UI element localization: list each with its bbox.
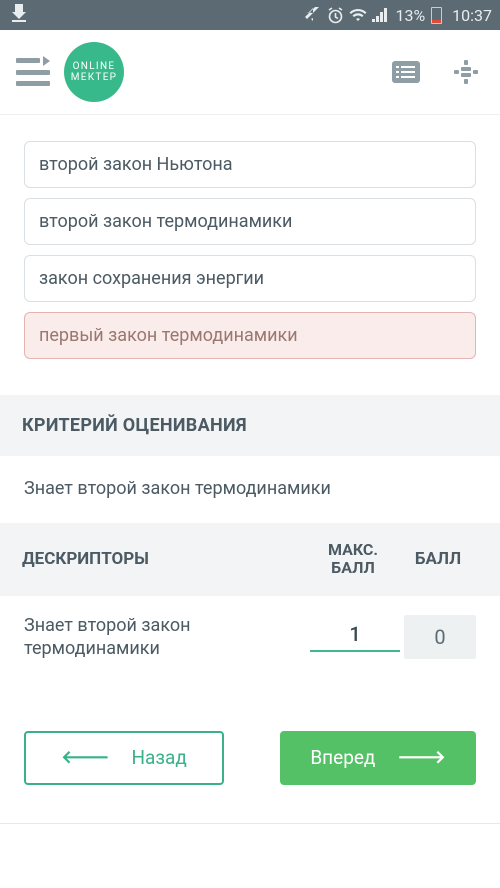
descriptor-score[interactable]: 0 — [404, 615, 476, 659]
criteria-text: Знает второй закон термодинамики — [24, 456, 476, 523]
bottom-edge — [0, 823, 500, 851]
download-icon — [8, 4, 26, 26]
forward-button-label: Вперед — [310, 746, 375, 769]
alarm-icon — [327, 7, 344, 24]
main-content: второй закон Ньютона второй закон термоди… — [0, 115, 500, 813]
logo-line-2: МЕКТЕР — [71, 72, 118, 83]
descriptors-header-row: ДЕСКРИПТОРЫ МАКС. БАЛЛ БАЛЛ — [0, 523, 500, 596]
arrow-left-icon: 🡐 — [61, 747, 109, 768]
android-status-bar: 13% 10:37 — [0, 0, 500, 30]
app-bar: ONLINE МЕКТЕР — [0, 30, 500, 115]
back-button-label: Назад — [131, 746, 186, 769]
descriptors-header-max: МАКС. БАЛЛ — [308, 541, 398, 578]
answer-option-0[interactable]: второй закон Ньютона — [24, 141, 476, 188]
answer-option-1[interactable]: второй закон термодинамики — [24, 198, 476, 245]
descriptor-label: Знает второй закон термодинамики — [24, 614, 306, 661]
clock-time: 10:37 — [452, 6, 492, 25]
menu-icon[interactable] — [16, 58, 50, 86]
mute-icon — [304, 7, 322, 23]
nav-buttons: 🡐 Назад Вперед 🡒 — [24, 679, 476, 813]
arrow-right-icon: 🡒 — [397, 747, 445, 768]
answer-option-3[interactable]: первый закон термодинамики — [24, 312, 476, 359]
answer-option-2[interactable]: закон сохранения энергии — [24, 255, 476, 302]
battery-icon — [431, 7, 442, 24]
descriptor-max: 1 — [310, 622, 400, 652]
descriptor-row: Знает второй закон термодинамики10 — [24, 596, 476, 679]
wifi-icon — [349, 8, 367, 22]
status-icons-cluster — [304, 7, 389, 24]
logo-line-1: ONLINE — [73, 61, 116, 72]
descriptors-header-score: БАЛЛ — [398, 549, 478, 569]
signal-icon — [372, 8, 389, 22]
descriptors-header-label: ДЕСКРИПТОРЫ — [22, 549, 308, 569]
criteria-header: КРИТЕРИЙ ОЦЕНИВАНИЯ — [0, 395, 500, 456]
battery-percent: 13% — [395, 6, 425, 25]
forward-button[interactable]: Вперед 🡒 — [280, 731, 476, 785]
list-icon[interactable] — [392, 60, 420, 84]
globe-icon[interactable] — [452, 60, 480, 84]
app-logo[interactable]: ONLINE МЕКТЕР — [64, 42, 124, 102]
back-button[interactable]: 🡐 Назад — [24, 731, 224, 785]
